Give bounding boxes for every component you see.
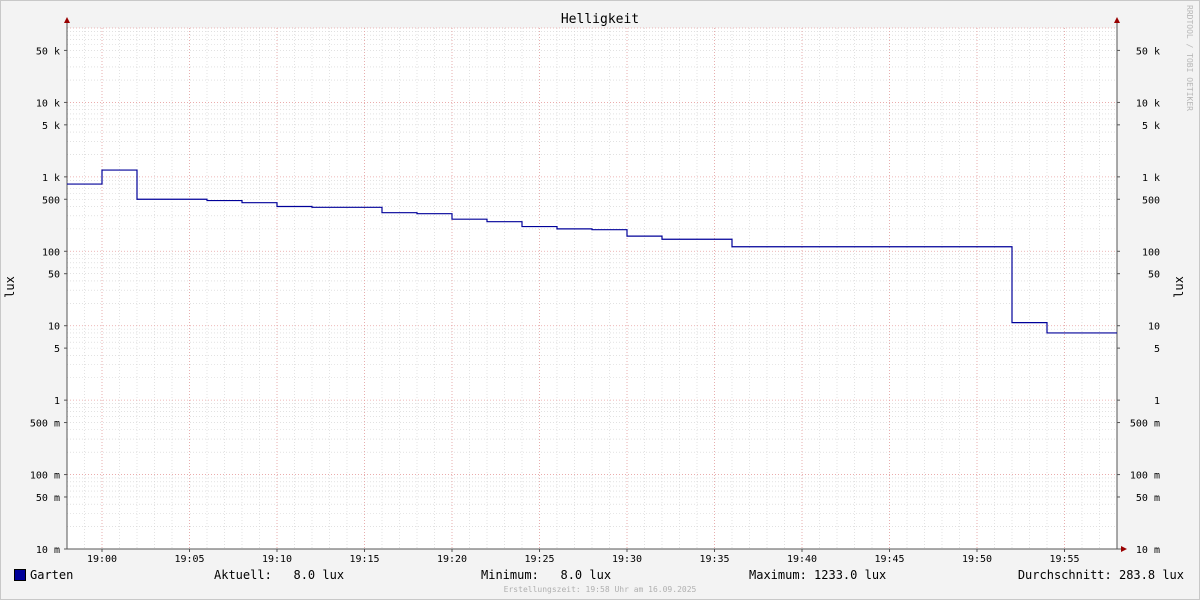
x-tick-label: 19:35	[699, 554, 729, 565]
y-tick-label-right: 10 k	[1136, 98, 1160, 109]
y-tick-label-right: 10 m	[1136, 545, 1160, 556]
y-tick-label-left: 10	[48, 322, 60, 333]
chart-title: Helligkeit	[561, 12, 639, 27]
y-tick-label-left: 10 k	[36, 98, 60, 109]
y-tick-label-left: 50 m	[36, 493, 60, 504]
chart-svg: Helligkeit lux lux RRDTOOL / TOBI OETIKE…	[3, 5, 1194, 565]
y-tick-label-left: 50	[48, 270, 60, 281]
y-tick-label-left: 100 m	[30, 471, 60, 482]
y-tick-label-right: 500 m	[1130, 419, 1160, 430]
legend-minimum: Minimum: 8.0 lux	[481, 568, 612, 582]
y-axis-arrow-right	[1114, 17, 1120, 23]
y-tick-label-left: 10 m	[36, 545, 60, 556]
y-axis-arrow-left	[64, 17, 70, 23]
y-tick-label-right: 100 m	[1130, 471, 1160, 482]
x-axis-arrow	[1121, 546, 1127, 552]
y-tick-label-right: 100	[1142, 247, 1160, 258]
x-tick-label: 19:25	[524, 554, 554, 565]
legend-average: Durchschnitt: 283.8 lux	[1017, 568, 1184, 582]
y-tick-label-right: 5	[1154, 344, 1160, 355]
legend-maximum: Maximum: 1233.0 lux	[749, 568, 887, 582]
x-tick-label: 19:30	[612, 554, 642, 565]
y-tick-label-left: 50 k	[36, 46, 60, 57]
x-tick-label: 19:00	[87, 554, 117, 565]
y-tick-label-left: 1 k	[42, 173, 60, 184]
y-tick-label-right: 50 m	[1136, 493, 1160, 504]
x-tick-label: 19:40	[787, 554, 817, 565]
y-tick-label-right: 50 k	[1136, 46, 1160, 57]
legend-swatch-garten	[14, 569, 26, 581]
y-tick-label-left: 500	[42, 195, 60, 206]
grid	[66, 27, 1118, 550]
y-tick-label-right: 500	[1142, 195, 1160, 206]
y-tick-label-right: 50	[1148, 270, 1160, 281]
watermark: RRDTOOL / TOBI OETIKER	[1185, 5, 1194, 111]
x-tick-label: 19:10	[262, 554, 292, 565]
y-tick-label-right: 1 k	[1142, 173, 1160, 184]
legend-series-name: Garten	[30, 568, 74, 582]
y-tick-label-left: 100	[42, 247, 60, 258]
y-tick-label-left: 5	[54, 344, 60, 355]
y-tick-label-right: 5 k	[1142, 121, 1160, 132]
y-tick-label-left: 1	[54, 396, 60, 407]
x-ticks: 19:00 19:05 19:10 19:15 19:20 19:25 19:30 19:35…	[87, 554, 1080, 565]
x-tick-label: 19:20	[437, 554, 467, 565]
footer-timestamp: Erstellungszeit: 19:58 Uhr am 16.09.2025	[503, 585, 697, 594]
x-tick-label: 19:15	[349, 554, 379, 565]
y-tick-label-left: 5 k	[42, 121, 60, 132]
legend-current: Aktuell: 8.0 lux	[214, 568, 345, 582]
y-axis-label-right: lux	[1172, 276, 1186, 298]
x-tick-label: 19:45	[874, 554, 904, 565]
x-tick-label: 19:50	[962, 554, 992, 565]
y-axis-label-left: lux	[3, 276, 17, 298]
x-tick-label: 19:05	[174, 554, 204, 565]
y-tick-label-left: 500 m	[30, 419, 60, 430]
y-tick-label-right: 1	[1154, 396, 1160, 407]
y-tick-label-right: 10	[1148, 322, 1160, 333]
x-tick-label: 19:55	[1049, 554, 1079, 565]
